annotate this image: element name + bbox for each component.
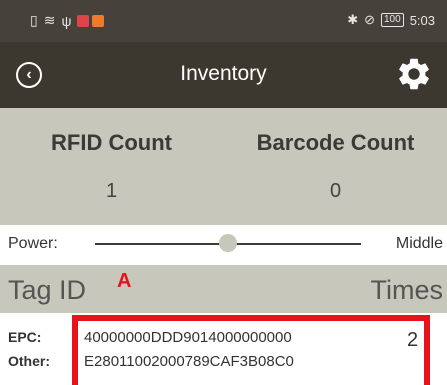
usb-icon: ψ <box>61 12 75 29</box>
counts-panel: RFID Count 1 Barcode Count 0 <box>0 108 447 225</box>
annotation-marker: A <box>117 270 132 292</box>
battery-icon: 100 <box>381 13 404 27</box>
power-slider-thumb[interactable] <box>219 234 237 252</box>
mute-icon: ⊘ <box>364 12 375 27</box>
clock: 5:03 <box>409 12 435 28</box>
rfid-count-value: 1 <box>105 180 118 202</box>
tag-id-header: Tag ID <box>8 275 87 305</box>
barcode-count-value: 0 <box>329 180 342 202</box>
play-notification-icon <box>92 14 105 27</box>
title-bar: ‹ Inventory <box>0 42 447 108</box>
other-label: Other: <box>8 353 50 369</box>
annotation-highlight-box <box>72 315 430 385</box>
power-value: Middle <box>395 235 443 252</box>
power-label: Power: <box>8 235 58 252</box>
times-header: Times <box>370 275 444 305</box>
system-status: ✱ ⊘ 100 5:03 <box>347 12 435 28</box>
power-row: Power: Middle <box>0 225 447 265</box>
status-bar: ▯ ≋ ψ ✱ ⊘ 100 5:03 <box>0 0 447 42</box>
wifi-icon: ≋ <box>43 12 59 28</box>
notification-icons: ▯ ≋ ψ <box>30 12 105 29</box>
rfid-count-label: RFID Count <box>51 130 172 155</box>
page-title: Inventory <box>180 62 267 85</box>
tag-table-header: Tag ID A Times <box>0 265 447 313</box>
epc-label: EPC: <box>8 329 42 345</box>
bluetooth-icon: ✱ <box>347 12 359 27</box>
app-notification-icon <box>77 14 90 27</box>
sim-icon: ▯ <box>30 12 41 28</box>
gear-icon[interactable] <box>395 55 433 93</box>
barcode-count-label: Barcode Count <box>256 130 415 155</box>
